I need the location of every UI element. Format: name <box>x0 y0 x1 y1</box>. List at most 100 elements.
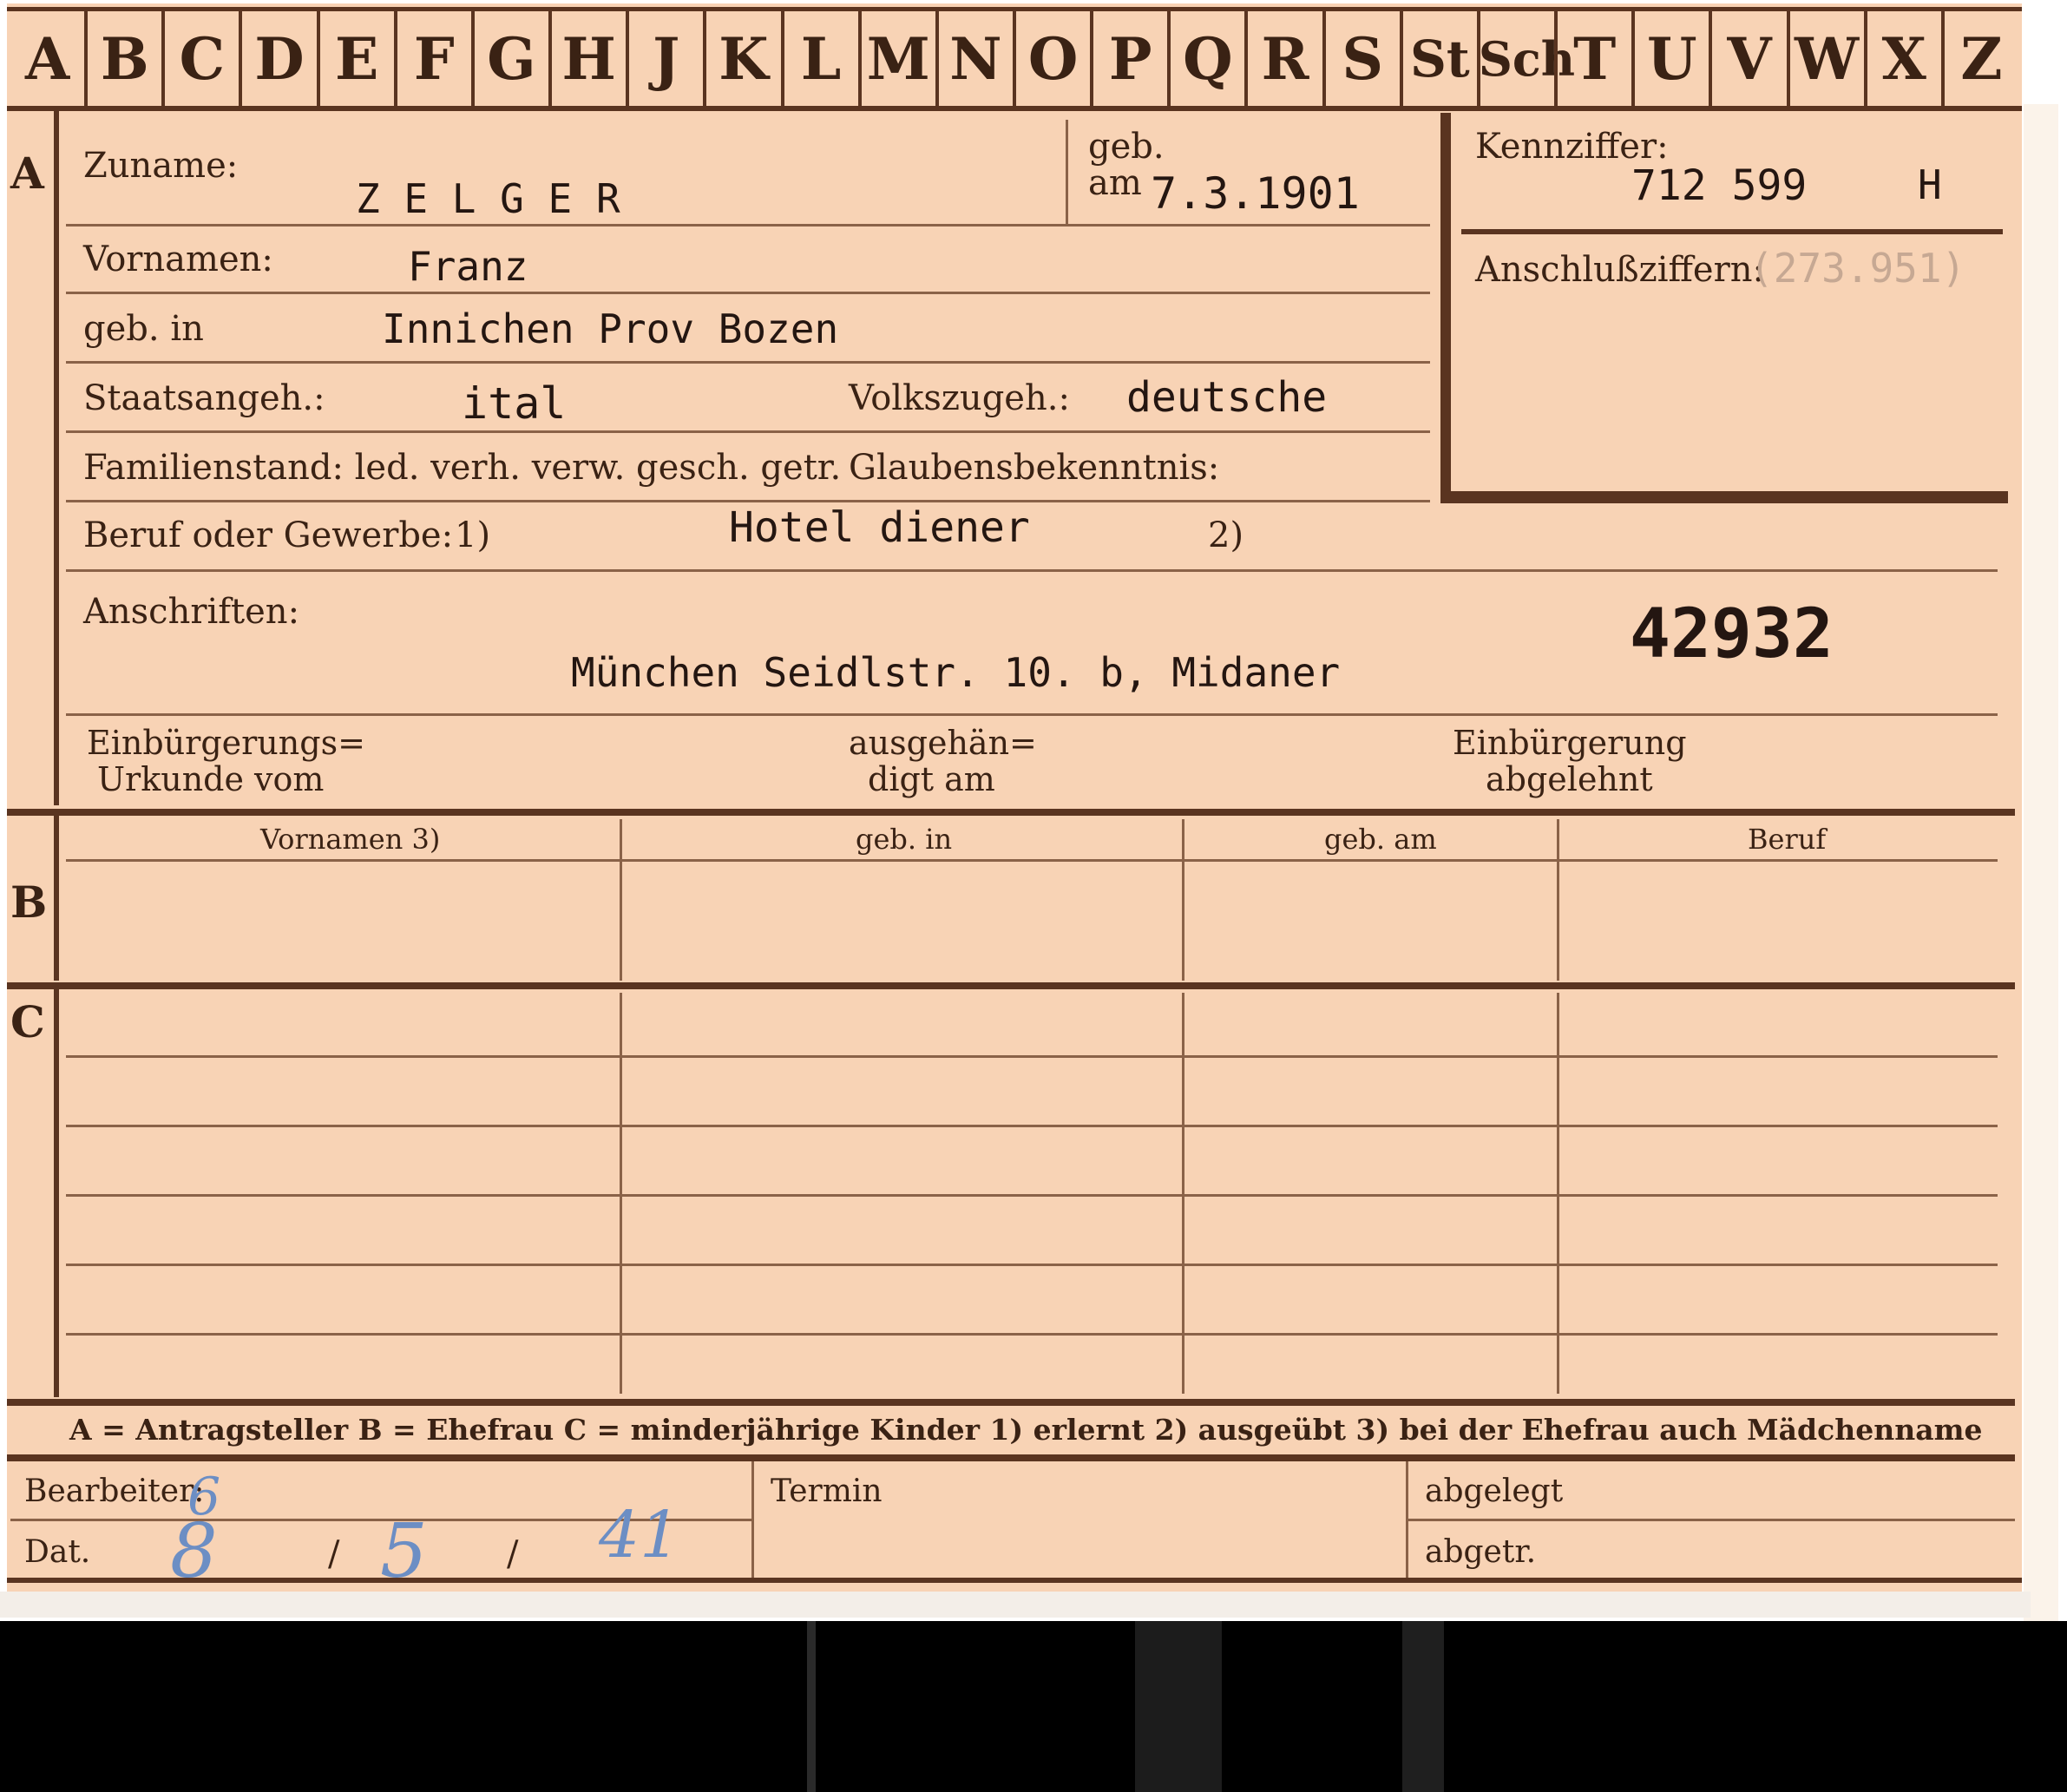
tab-divider <box>1709 10 1713 108</box>
alphabet-tab: K <box>719 25 769 93</box>
legend-top-border <box>7 1399 2015 1406</box>
tab-divider <box>1940 10 1945 108</box>
tab-divider <box>626 10 630 108</box>
citizenship-value: ital <box>462 378 567 429</box>
alphabet-tab: St <box>1409 30 1470 89</box>
column-divider <box>1557 819 1559 981</box>
linked-numbers-value: (273.951) <box>1749 245 1966 292</box>
divider <box>66 713 1998 716</box>
code-suffix: H <box>1918 161 1942 208</box>
section-c-border <box>54 989 59 1397</box>
column-header-profession: Beruf <box>1748 823 1827 856</box>
divider <box>66 224 1430 226</box>
alphabet-tab: U <box>1647 25 1697 93</box>
address-value: München Seidlstr. 10. b, Midaner <box>571 649 1341 696</box>
date-day: 8 <box>170 1508 218 1595</box>
deadline-label: Termin <box>771 1474 883 1509</box>
tab-divider <box>1167 10 1171 108</box>
birthplace-label: geb. in <box>83 309 204 349</box>
legend-text: A = Antragsteller B = Ehefrau C = minder… <box>69 1413 1983 1447</box>
table-header-divider <box>66 859 1998 862</box>
tab-divider <box>1090 10 1094 108</box>
born-label: geb. <box>1088 127 1165 167</box>
code-value: 712 599 <box>1631 161 1808 210</box>
alphabet-tab: O <box>1027 25 1079 93</box>
row-line <box>66 1055 1998 1058</box>
column-header-birthplace: geb. in <box>856 823 953 856</box>
tab-divider <box>1322 10 1326 108</box>
tab-divider <box>393 10 397 108</box>
footer-divider <box>751 1461 754 1579</box>
surname-value: Z E L G E R <box>356 175 620 222</box>
date-year: 41 <box>599 1498 681 1572</box>
alphabet-tab: B <box>100 25 149 93</box>
row-line <box>66 1125 1998 1127</box>
date-separator: / <box>328 1534 340 1574</box>
birthplace-value: Innichen Prov Bozen <box>382 305 839 352</box>
first-names-label: Vornamen: <box>83 240 273 279</box>
divider <box>1066 120 1068 224</box>
alphabet-tab: T <box>1573 25 1617 93</box>
id-box-border <box>1440 113 1451 503</box>
religion-label: Glaubensbekenntnis: <box>849 448 1220 488</box>
tab-divider <box>239 10 243 108</box>
tab-divider <box>703 10 707 108</box>
column-divider <box>1182 993 1184 1394</box>
clerk-label: Bearbeiter: <box>24 1474 205 1509</box>
tab-divider <box>1786 10 1790 108</box>
id-box-border <box>1440 491 2008 503</box>
row-line <box>66 1264 1998 1266</box>
id-box-divider <box>1461 229 2003 234</box>
divider <box>66 569 1998 572</box>
alphabet-tab: W <box>1795 25 1860 93</box>
date-month: 5 <box>380 1508 428 1595</box>
alphabet-tab: H <box>561 25 616 93</box>
column-divider <box>1182 819 1184 981</box>
footnote-1: 1) <box>455 515 491 555</box>
alphabet-tab: G <box>487 25 536 93</box>
linked-numbers-label: Anschlußziffern: <box>1475 250 1764 290</box>
tab-divider <box>935 10 939 108</box>
tab-divider <box>780 10 784 108</box>
divider <box>66 430 1430 433</box>
footer-line <box>1408 1519 2015 1521</box>
divider <box>66 361 1430 364</box>
row-line <box>66 1333 1998 1336</box>
divider <box>66 500 1430 502</box>
card-bottom-edge <box>0 1592 2031 1618</box>
profession-label: Beruf oder Gewerbe: <box>83 515 454 555</box>
marital-status-label: Familienstand: led. verh. verw. gesch. g… <box>83 448 842 488</box>
ethnicity-label: Volkszugeh.: <box>849 378 1070 418</box>
tab-divider <box>1476 10 1480 108</box>
section-separator <box>7 982 2015 989</box>
alphabet-tab: S <box>1342 25 1384 93</box>
background-stripe <box>1135 1621 1222 1792</box>
divider <box>66 292 1430 294</box>
tab-divider <box>1554 10 1558 108</box>
surname-label: Zuname: <box>83 146 239 186</box>
naturalization-document-label: Einbürgerungs= <box>87 724 365 762</box>
alphabet-tab: C <box>179 25 226 93</box>
tab-divider <box>470 10 475 108</box>
section-b-label: B <box>10 876 48 928</box>
alphabet-tab: M <box>866 25 930 93</box>
alphabet-tab: P <box>1108 25 1152 93</box>
alphabet-tab: Sch <box>1478 31 1576 87</box>
removed-label: abgetr. <box>1425 1534 1537 1570</box>
first-names-value: Franz <box>408 243 528 290</box>
filed-label: abgelegt <box>1425 1474 1564 1509</box>
column-divider <box>620 993 622 1394</box>
naturalization-refused-label: Einbürgerung <box>1453 724 1687 762</box>
alphabet-tab: R <box>1261 25 1309 93</box>
tab-divider <box>548 10 553 108</box>
alphabet-tab: Z <box>1960 25 2003 93</box>
tab-divider <box>1013 10 1016 108</box>
alphabet-tab: V <box>1727 25 1772 93</box>
column-header-birthdate: geb. am <box>1324 823 1437 856</box>
born-on-label: am <box>1088 163 1142 203</box>
alphabet-tab: L <box>800 25 842 93</box>
column-divider <box>620 819 622 981</box>
section-a-border <box>54 111 59 805</box>
handed-out-label: ausgehän= <box>849 724 1037 762</box>
date-label: Dat. <box>24 1534 91 1570</box>
